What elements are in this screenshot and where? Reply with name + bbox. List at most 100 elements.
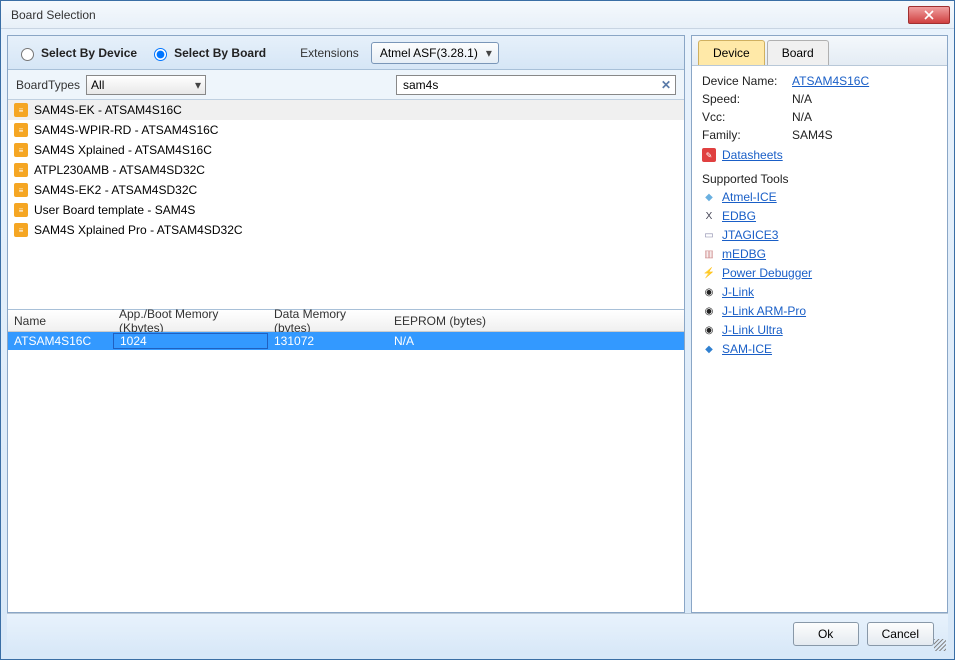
side-tabs: Device Board (692, 36, 947, 66)
board-item-label: SAM4S-WPIR-RD - ATSAM4S16C (34, 123, 218, 137)
tool-item[interactable]: ⚡ Power Debugger (702, 266, 937, 280)
tab-device[interactable]: Device (698, 40, 765, 65)
close-icon (924, 10, 934, 20)
board-item-label: SAM4S-EK2 - ATSAM4SD32C (34, 183, 197, 197)
tool-icon: ◉ (702, 285, 716, 299)
select-by-board-radio[interactable]: Select By Board (149, 45, 266, 61)
board-item[interactable]: ≡ SAM4S-EK2 - ATSAM4SD32C (8, 180, 684, 200)
clear-search-icon[interactable]: ✕ (661, 78, 671, 92)
vcc-label: Vcc: (702, 110, 792, 124)
filter-row: BoardTypes All ✕ (8, 70, 684, 100)
select-by-device-label: Select By Device (41, 46, 137, 60)
supported-tools-label: Supported Tools (702, 172, 937, 186)
search-input[interactable] (401, 77, 661, 93)
speed-label: Speed: (702, 92, 792, 106)
content-area: Select By Device Select By Board Extensi… (1, 29, 954, 659)
board-item[interactable]: ≡ ATPL230AMB - ATSAM4SD32C (8, 160, 684, 180)
cell-eeprom: N/A (388, 334, 508, 348)
cell-name: ATSAM4S16C (8, 334, 113, 348)
cancel-button[interactable]: Cancel (867, 622, 934, 646)
tool-link[interactable]: J-Link Ultra (722, 323, 783, 337)
board-item-label: User Board template - SAM4S (34, 203, 195, 217)
tool-item[interactable]: ◉ J-Link ARM-Pro (702, 304, 937, 318)
tool-item[interactable]: X EDBG (702, 209, 937, 223)
datasheets-link[interactable]: Datasheets (722, 148, 783, 162)
tool-icon: ◉ (702, 323, 716, 337)
tab-board[interactable]: Board (767, 40, 829, 65)
close-button[interactable] (908, 6, 950, 24)
tool-item[interactable]: ▭ JTAGICE3 (702, 228, 937, 242)
tool-item[interactable]: ▥ mEDBG (702, 247, 937, 261)
col-eeprom-header[interactable]: EEPROM (bytes) (388, 314, 508, 328)
tool-link[interactable]: EDBG (722, 209, 756, 223)
device-name-link[interactable]: ATSAM4S16C (792, 74, 869, 88)
select-by-board-label: Select By Board (174, 46, 266, 60)
tool-link[interactable]: JTAGICE3 (722, 228, 778, 242)
col-app-header[interactable]: App./Boot Memory (Kbytes) (113, 307, 268, 335)
board-item[interactable]: ≡SAM4S Xplained Pro - ATSAM4SD32C (8, 220, 684, 240)
tool-icon: ◆ (702, 190, 716, 204)
pdf-icon: ✎ (702, 148, 716, 162)
tool-link[interactable]: SAM-ICE (722, 342, 772, 356)
board-list[interactable]: ≡ SAM4S-EK - ATSAM4S16C ≡ SAM4S-WPIR-RD - A… (8, 100, 684, 310)
datasheets-row[interactable]: ✎ Datasheets (702, 148, 937, 162)
board-types-label: BoardTypes (16, 78, 80, 92)
extensions-label: Extensions (300, 46, 359, 60)
main-row: Select By Device Select By Board Extensi… (7, 35, 948, 613)
board-types-dropdown[interactable]: All (86, 75, 206, 95)
bottom-bar: Ok Cancel (7, 613, 948, 653)
selection-mode-bar: Select By Device Select By Board Extensi… (8, 36, 684, 70)
tool-link[interactable]: J-Link (722, 285, 754, 299)
tool-link[interactable]: Atmel-ICE (722, 190, 777, 204)
tools-list: ◆ Atmel-ICE X EDBG ▭ JTAGICE3 ▥ mEDBG ⚡ Power Deb… (702, 190, 937, 356)
tool-item[interactable]: ◆ SAM-ICE (702, 342, 937, 356)
tool-link[interactable]: mEDBG (722, 247, 766, 261)
table-row[interactable]: ATSAM4S16C1024131072N/A (8, 332, 684, 350)
tool-icon: ◆ (702, 342, 716, 356)
extensions-value: Atmel ASF(3.28.1) (380, 46, 478, 60)
cell-app: 1024 (113, 333, 268, 349)
tool-item[interactable]: ◆ Atmel-ICE (702, 190, 937, 204)
board-item[interactable]: ≡SAM4S Xplained - ATSAM4S16C (8, 140, 684, 160)
select-by-device-input[interactable] (21, 48, 34, 61)
cell-data: 131072 (268, 334, 388, 348)
device-table-header: Name App./Boot Memory (Kbytes) Data Memo… (8, 310, 684, 332)
tool-item[interactable]: ◉ J-Link (702, 285, 937, 299)
board-icon: ≡ (14, 203, 28, 217)
window-title: Board Selection (11, 8, 908, 22)
tool-icon: ▭ (702, 228, 716, 242)
board-icon: ≡ (14, 143, 28, 157)
tool-item[interactable]: ◉ J-Link Ultra (702, 323, 937, 337)
board-selection-window: Board Selection Select By Device Select … (0, 0, 955, 660)
extensions-dropdown[interactable]: Atmel ASF(3.28.1) (371, 42, 499, 64)
board-icon: ≡ (14, 103, 28, 117)
board-icon: ≡ (14, 163, 28, 177)
search-box[interactable]: ✕ (396, 75, 676, 95)
tool-icon: ⚡ (702, 266, 716, 280)
col-data-header[interactable]: Data Memory (bytes) (268, 307, 388, 335)
tool-icon: ▥ (702, 247, 716, 261)
family-label: Family: (702, 128, 792, 142)
board-icon: ≡ (14, 123, 28, 137)
col-name-header[interactable]: Name (8, 314, 113, 328)
board-item-label: ATPL230AMB - ATSAM4SD32C (34, 163, 205, 177)
board-item-label: SAM4S Xplained Pro - ATSAM4SD32C (34, 223, 243, 237)
tool-link[interactable]: Power Debugger (722, 266, 812, 280)
ok-button[interactable]: Ok (793, 622, 859, 646)
board-item[interactable]: ≡ SAM4S-WPIR-RD - ATSAM4S16C (8, 120, 684, 140)
select-by-device-radio[interactable]: Select By Device (16, 45, 137, 61)
device-name-label: Device Name: (702, 74, 792, 88)
board-icon: ≡ (14, 183, 28, 197)
tool-icon: ◉ (702, 304, 716, 318)
board-item[interactable]: ≡ SAM4S-EK - ATSAM4S16C (8, 100, 684, 120)
board-item[interactable]: ≡ User Board template - SAM4S (8, 200, 684, 220)
right-column: Device Board Device Name: ATSAM4S16C Spe… (691, 35, 948, 613)
tool-link[interactable]: J-Link ARM-Pro (722, 304, 806, 318)
board-item-label: SAM4S-EK - ATSAM4S16C (34, 103, 182, 117)
tool-icon: X (702, 209, 716, 223)
resize-grip[interactable] (934, 639, 946, 651)
select-by-board-input[interactable] (154, 48, 167, 61)
speed-value: N/A (792, 92, 812, 106)
device-info-panel: Device Name: ATSAM4S16C Speed: N/A Vcc: … (692, 66, 947, 612)
titlebar: Board Selection (1, 1, 954, 29)
